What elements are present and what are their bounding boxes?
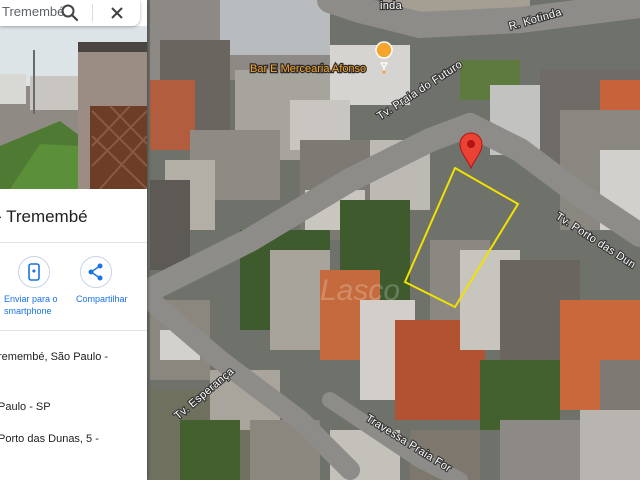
address-line-3: Porto das Dunas, 5 -	[0, 433, 99, 445]
street-label-kotinda-top: inda	[380, 0, 403, 12]
share-label-line1: Compartilhar	[76, 294, 128, 304]
close-icon[interactable]	[107, 3, 127, 23]
search-box[interactable]: Tremembé	[0, 0, 140, 26]
search-input[interactable]: Tremembé	[2, 4, 64, 19]
divider	[0, 330, 147, 331]
address-line-2: Paulo - SP	[0, 401, 51, 413]
send-to-phone-label-line2: smartphone	[4, 306, 52, 316]
poi-label: Bar E Mercearia Afonso	[250, 63, 366, 75]
send-to-phone-button[interactable]	[18, 256, 50, 288]
share-button[interactable]	[80, 256, 112, 288]
divider	[0, 242, 147, 243]
smartphone-icon	[28, 263, 40, 281]
watermark: Lasco	[320, 274, 400, 307]
share-label[interactable]: Compartilhar	[76, 293, 128, 305]
address-line-1: remembé, São Paulo -	[0, 351, 109, 363]
search-icon[interactable]	[60, 3, 80, 23]
place-title: - Tremembé	[0, 207, 88, 226]
send-to-phone-label[interactable]: Enviar para o smartphone	[4, 293, 58, 317]
send-to-phone-label-line1: Enviar para o	[4, 294, 58, 304]
share-icon	[88, 263, 103, 281]
place-photo[interactable]	[0, 26, 147, 189]
place-side-panel: Tremembé - Tremembé Enviar para o smartp…	[0, 0, 147, 480]
search-divider	[92, 4, 93, 22]
